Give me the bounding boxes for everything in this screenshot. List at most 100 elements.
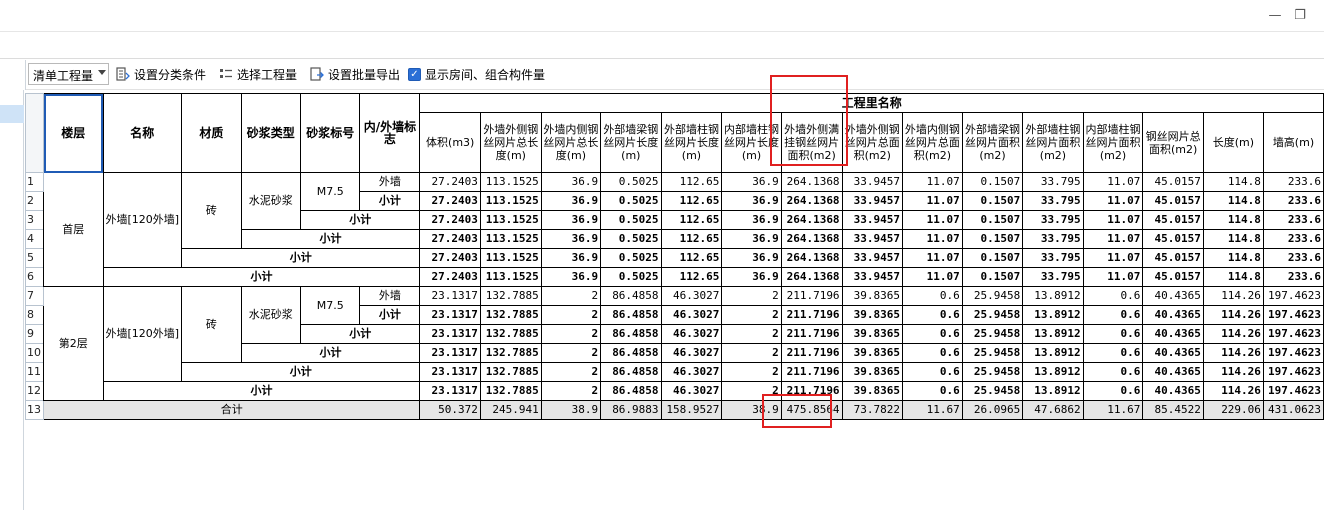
- value-cell[interactable]: 2: [721, 324, 782, 344]
- value-cell[interactable]: 33.9457: [841, 248, 904, 268]
- value-cell[interactable]: 2: [540, 286, 602, 306]
- value-cell[interactable]: 197.4623: [1262, 362, 1324, 382]
- floor-cell[interactable]: 第2层: [43, 286, 104, 401]
- value-cell[interactable]: 0.6: [902, 324, 963, 344]
- value-cell[interactable]: 197.4623: [1262, 324, 1324, 344]
- value-cell[interactable]: 33.795: [1022, 191, 1084, 211]
- value-cell[interactable]: 197.4623: [1262, 305, 1324, 325]
- col-header-c2[interactable]: 外墙内侧钢丝网片总长度(m): [540, 112, 602, 173]
- value-cell[interactable]: 86.4858: [600, 286, 662, 306]
- value-cell[interactable]: 13.8912: [1022, 381, 1084, 401]
- name-cell[interactable]: 外墙[120外墙]: [102, 172, 183, 268]
- value-cell[interactable]: 46.3027: [660, 381, 723, 401]
- value-cell[interactable]: 25.9458: [961, 362, 1024, 382]
- value-cell[interactable]: 197.4623: [1262, 286, 1324, 306]
- value-cell[interactable]: 114.26: [1202, 286, 1264, 306]
- value-cell[interactable]: 27.2403: [419, 191, 481, 211]
- value-cell[interactable]: 0.5025: [600, 172, 662, 192]
- value-cell[interactable]: 0.6: [902, 343, 963, 363]
- value-cell[interactable]: 2: [721, 286, 782, 306]
- col-header-c10[interactable]: 外部墙柱钢丝网片面积(m2): [1022, 112, 1084, 173]
- value-cell[interactable]: 40.4365: [1142, 381, 1204, 401]
- value-cell[interactable]: 0.1507: [961, 191, 1024, 211]
- value-cell[interactable]: 46.3027: [660, 324, 723, 344]
- wall-flag-cell[interactable]: 外墙: [359, 172, 421, 192]
- value-cell[interactable]: 233.6: [1262, 229, 1324, 249]
- wall-flag-cell[interactable]: 外墙: [359, 286, 421, 306]
- value-cell[interactable]: 23.1317: [419, 362, 481, 382]
- value-cell[interactable]: 264.1368: [780, 191, 843, 211]
- value-cell[interactable]: 0.1507: [961, 210, 1024, 230]
- value-cell[interactable]: 23.1317: [419, 343, 481, 363]
- col-header-floor[interactable]: 楼层: [43, 93, 104, 173]
- col-header-material[interactable]: 材质: [181, 93, 242, 173]
- value-cell[interactable]: 86.4858: [600, 305, 662, 325]
- value-cell[interactable]: 132.7885: [479, 324, 542, 344]
- value-cell[interactable]: 23.1317: [419, 381, 481, 401]
- value-cell[interactable]: 0.6: [902, 362, 963, 382]
- col-header-c5[interactable]: 内部墙柱钢丝网片长度(m): [721, 112, 782, 173]
- value-cell[interactable]: 233.6: [1262, 267, 1324, 287]
- value-cell[interactable]: 27.2403: [419, 248, 481, 268]
- quantity-type-dropdown[interactable]: 清单工程量: [28, 63, 109, 85]
- value-cell[interactable]: 45.0157: [1142, 267, 1204, 287]
- value-cell[interactable]: 113.1525: [479, 267, 542, 287]
- value-cell[interactable]: 36.9: [721, 172, 782, 192]
- value-cell[interactable]: 86.4858: [600, 362, 662, 382]
- value-cell[interactable]: 11.07: [902, 191, 963, 211]
- value-cell[interactable]: 2: [540, 362, 602, 382]
- value-cell[interactable]: 36.9: [540, 191, 602, 211]
- value-cell[interactable]: 264.1368: [780, 229, 843, 249]
- value-cell[interactable]: 86.4858: [600, 324, 662, 344]
- show-room-quantity-toggle[interactable]: ✓ 显示房间、组合构件量: [408, 63, 545, 85]
- mortar-grade-cell[interactable]: M7.5: [299, 286, 361, 325]
- value-cell[interactable]: 36.9: [721, 267, 782, 287]
- value-cell[interactable]: 114.8: [1202, 267, 1264, 287]
- mortar-grade-cell[interactable]: M7.5: [299, 172, 361, 211]
- col-header-height[interactable]: 墙高(m): [1262, 112, 1324, 173]
- col-header-c6[interactable]: 外墙外侧满挂钢丝网片面积(m2): [780, 112, 843, 173]
- mortar-type-cell[interactable]: 水泥砂浆: [240, 286, 302, 344]
- value-cell[interactable]: 13.8912: [1022, 305, 1084, 325]
- col-header-c11[interactable]: 内部墙柱钢丝网片面积(m2): [1082, 112, 1144, 173]
- value-cell[interactable]: 132.7885: [479, 286, 542, 306]
- value-cell[interactable]: 11.07: [902, 210, 963, 230]
- value-cell[interactable]: 112.65: [660, 210, 723, 230]
- value-cell[interactable]: 46.3027: [660, 305, 723, 325]
- floor-cell[interactable]: 首层: [43, 172, 104, 287]
- value-cell[interactable]: 33.795: [1022, 229, 1084, 249]
- value-cell[interactable]: 0.1507: [961, 248, 1024, 268]
- value-cell[interactable]: 36.9: [721, 191, 782, 211]
- value-cell[interactable]: 33.795: [1022, 172, 1084, 192]
- value-cell[interactable]: 11.07: [902, 248, 963, 268]
- value-cell[interactable]: 233.6: [1262, 191, 1324, 211]
- value-cell[interactable]: 114.26: [1202, 362, 1264, 382]
- value-cell[interactable]: 264.1368: [780, 210, 843, 230]
- col-header-c7[interactable]: 外墙外侧钢丝网片总面积(m2): [841, 112, 904, 173]
- value-cell[interactable]: 39.8365: [841, 305, 904, 325]
- value-cell[interactable]: 2: [721, 343, 782, 363]
- value-cell[interactable]: 245.941: [479, 400, 542, 420]
- value-cell[interactable]: 40.4365: [1142, 286, 1204, 306]
- value-cell[interactable]: 36.9: [721, 210, 782, 230]
- value-cell[interactable]: 114.8: [1202, 191, 1264, 211]
- col-header-c1[interactable]: 外墙外侧钢丝网片总长度(m): [479, 112, 542, 173]
- col-header-volume[interactable]: 体积(m3): [419, 112, 481, 173]
- value-cell[interactable]: 40.4365: [1142, 362, 1204, 382]
- col-header-mortar-grade[interactable]: 砂浆标号: [299, 93, 361, 173]
- value-cell[interactable]: 211.7196: [780, 324, 843, 344]
- value-cell[interactable]: 0.1507: [961, 229, 1024, 249]
- value-cell[interactable]: 27.2403: [419, 210, 481, 230]
- value-cell[interactable]: 211.7196: [780, 305, 843, 325]
- value-cell[interactable]: 112.65: [660, 267, 723, 287]
- value-cell[interactable]: 11.07: [1082, 191, 1144, 211]
- value-cell[interactable]: 39.8365: [841, 362, 904, 382]
- value-cell[interactable]: 0.6: [1082, 324, 1144, 344]
- value-cell[interactable]: 211.7196: [780, 286, 843, 306]
- value-cell[interactable]: 0.1507: [961, 172, 1024, 192]
- value-cell[interactable]: 0.1507: [961, 267, 1024, 287]
- value-cell[interactable]: 45.0157: [1142, 172, 1204, 192]
- value-cell[interactable]: 132.7885: [479, 381, 542, 401]
- value-cell[interactable]: 23.1317: [419, 324, 481, 344]
- value-cell[interactable]: 431.0623: [1262, 400, 1324, 420]
